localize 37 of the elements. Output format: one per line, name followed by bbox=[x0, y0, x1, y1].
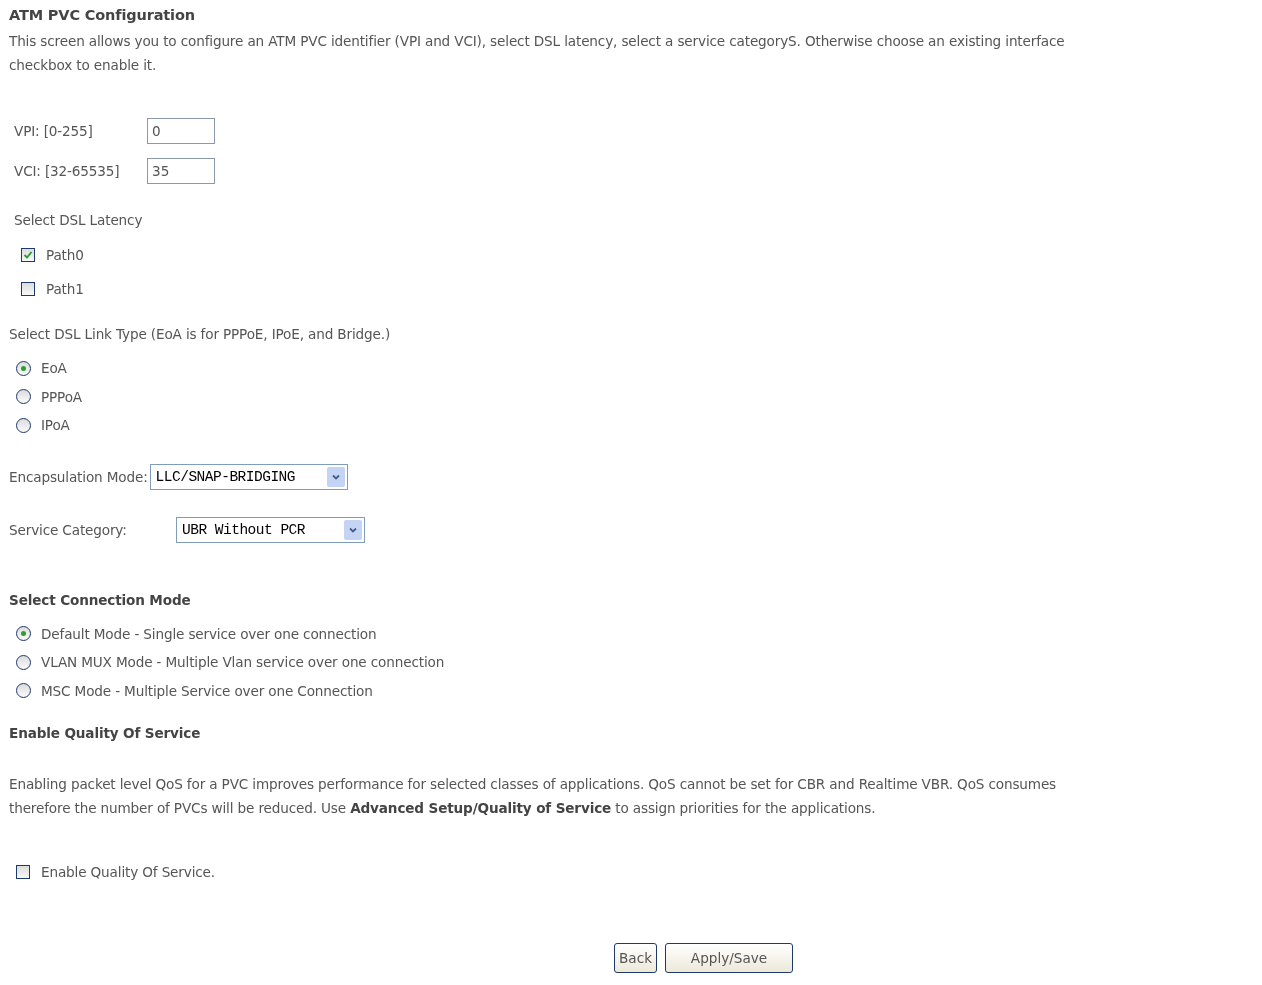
description-text: Enabling packet level QoS for a PVC improves performance for selected classes of applications. QoS cannot be set for CBR and Realtime VBR. QoS consumes bbox=[9, 775, 1058, 794]
back-button[interactable]: Back bbox=[614, 943, 657, 973]
radio-label: MSC Mode - Multiple Service over one Connection bbox=[41, 682, 373, 699]
checkbox-label: Path1 bbox=[46, 281, 84, 297]
checkbox-label: Path0 bbox=[46, 247, 84, 263]
field-label: VCI: [32-65535] bbox=[14, 163, 121, 179]
section-heading: Enable Quality Of Service bbox=[9, 725, 202, 743]
dropdown[interactable]: UBR Without PCR bbox=[176, 516, 365, 543]
radio-button[interactable] bbox=[16, 626, 31, 642]
radio-label: VLAN MUX Mode - Multiple Vlan service over one connection bbox=[41, 654, 445, 671]
description-text: therefore the number of PVCs will be reduced. Use Advanced Setup/Quality of Service to assign priorities for the applications. bbox=[9, 799, 877, 818]
page-title: ATM PVC Configuration bbox=[9, 7, 196, 25]
field-label: Encapsulation Mode: bbox=[9, 468, 148, 485]
checkbox-label: Enable Quality Of Service. bbox=[41, 864, 215, 880]
radio-label: EoA bbox=[41, 360, 67, 377]
radio-label: Default Mode - Single service over one connection bbox=[41, 625, 377, 642]
section-heading: Select Connection Mode bbox=[9, 591, 192, 610]
checkbox[interactable] bbox=[16, 865, 30, 879]
checkbox[interactable] bbox=[21, 248, 35, 262]
dropdown[interactable]: LLC/SNAP-BRIDGING bbox=[149, 463, 348, 490]
input-field[interactable]: 0 bbox=[147, 118, 215, 144]
radio-button[interactable] bbox=[16, 360, 31, 376]
radio-button[interactable] bbox=[16, 417, 31, 433]
description-text: This screen allows you to configure an ATM PVC identifier (VPI and VCI), select DSL latency, select a service categoryS. Otherwise choose an existing interface bbox=[9, 32, 1066, 51]
checkbox[interactable] bbox=[21, 282, 35, 296]
section-label: Select DSL Link Type (EoA is for PPPoE, IPoE, and Bridge.) bbox=[9, 326, 392, 344]
radio-button[interactable] bbox=[16, 389, 31, 405]
description-text: checkbox to enable it. bbox=[9, 56, 158, 75]
input-field[interactable]: 35 bbox=[147, 158, 215, 184]
apply-save-button[interactable]: Apply/Save bbox=[665, 943, 793, 973]
section-label: Select DSL Latency bbox=[14, 212, 144, 230]
radio-button[interactable] bbox=[16, 654, 31, 670]
field-label: Service Category: bbox=[9, 521, 128, 538]
field-label: VPI: [0-255] bbox=[14, 123, 94, 139]
radio-label: PPPoA bbox=[41, 388, 82, 405]
radio-label: IPoA bbox=[41, 417, 70, 434]
radio-button[interactable] bbox=[16, 683, 31, 699]
